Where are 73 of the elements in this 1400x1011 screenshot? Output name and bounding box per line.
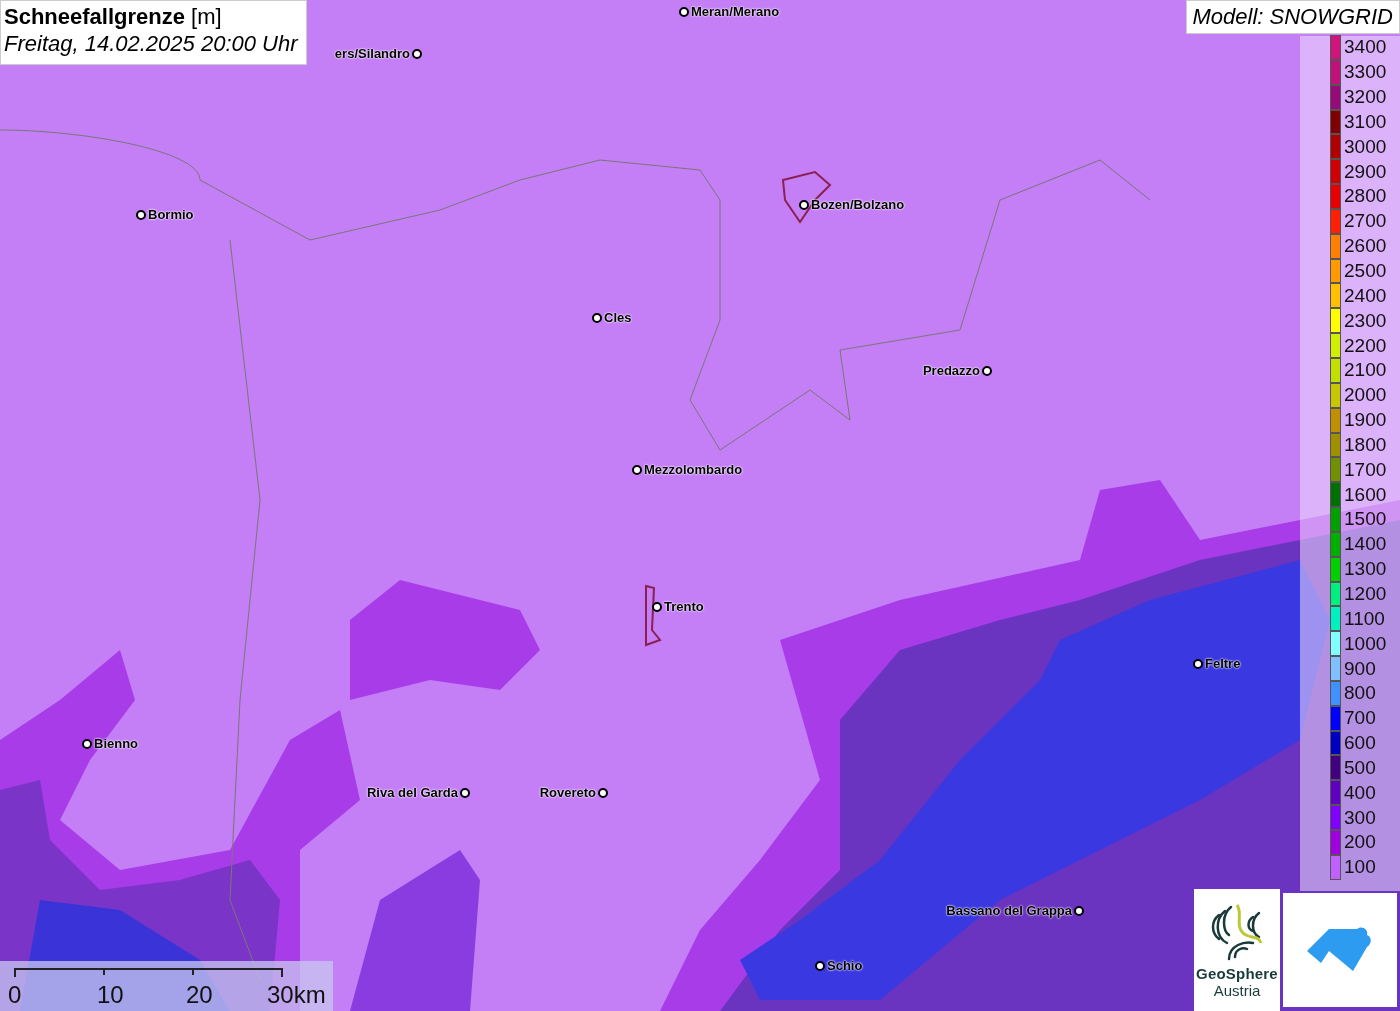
- city-label: Meran/Merano: [691, 4, 780, 19]
- legend-value: 2500: [1344, 260, 1387, 282]
- legend-value: 2600: [1344, 235, 1387, 258]
- legend-value: 2300: [1344, 309, 1387, 332]
- legend-value: 2900: [1344, 160, 1387, 183]
- model-label: Modell: SNOWGRID: [1185, 0, 1400, 34]
- city-label: Schio: [827, 958, 863, 973]
- city-marker-icon: [1193, 658, 1203, 669]
- city-label: Bormio: [148, 207, 194, 222]
- legend-value: 3300: [1344, 61, 1387, 84]
- legend-value: 100: [1344, 856, 1376, 879]
- city-label: Mezzolombardo: [644, 462, 743, 477]
- city-label: Predazzo: [922, 363, 980, 378]
- legend-value: 300: [1344, 806, 1376, 829]
- legend-value: 1500: [1344, 508, 1387, 531]
- legend-value: 1300: [1344, 558, 1387, 581]
- legend-value: 1900: [1344, 409, 1387, 432]
- scale-label: 30km: [267, 981, 326, 1009]
- legend-value: 3000: [1344, 135, 1387, 158]
- legend-value: 2000: [1344, 384, 1387, 407]
- city-marker-icon: [679, 6, 689, 17]
- city-label: Bassano del Grappa: [946, 903, 1072, 918]
- city-marker-icon: [982, 365, 992, 376]
- city-marker-icon: [82, 738, 92, 749]
- legend-value: 2200: [1344, 334, 1387, 357]
- city-label: Rovereto: [539, 785, 596, 800]
- city-marker-icon: [460, 787, 470, 798]
- city-marker-icon: [815, 960, 825, 971]
- city-marker-icon: [598, 787, 608, 798]
- legend-value: 800: [1344, 682, 1376, 705]
- legend-value: 2700: [1344, 210, 1387, 233]
- legend-value: 200: [1344, 831, 1376, 854]
- city-marker-icon: [1074, 905, 1084, 916]
- city-marker-icon: [592, 312, 602, 323]
- legend-value: 3400: [1344, 36, 1387, 59]
- city-label: Feltre: [1205, 656, 1241, 671]
- city-label: ers/Silandro: [334, 46, 410, 61]
- scale-label: 0: [8, 981, 22, 1009]
- legend-value: 1800: [1344, 433, 1387, 456]
- legend-value: 2400: [1344, 284, 1387, 307]
- legend-value: 2800: [1344, 185, 1387, 208]
- logo-text: Austria: [1213, 982, 1261, 999]
- legend-value: 600: [1344, 732, 1376, 755]
- city-marker-icon: [632, 464, 642, 475]
- legend-value: 3100: [1344, 110, 1387, 133]
- legend-value: 1000: [1344, 632, 1387, 655]
- legend-value: 3200: [1344, 86, 1387, 109]
- contour-logo-icon: [1209, 903, 1265, 963]
- city-marker-icon: [412, 48, 422, 59]
- city-marker-icon: [652, 601, 662, 612]
- legend-value: 1200: [1344, 583, 1387, 605]
- map-title: Schneefallgrenze [m]: [4, 4, 223, 30]
- legend-value: 1100: [1344, 607, 1385, 630]
- scale-label: 20: [186, 981, 213, 1009]
- scale-ruler-icon: [14, 968, 283, 978]
- legend-value: 1600: [1344, 483, 1387, 506]
- logo-text: GeoSphere: [1196, 965, 1278, 982]
- city-marker-icon: [136, 209, 146, 220]
- city-label: Riva del Garda: [366, 785, 458, 800]
- legend-value: 1700: [1344, 458, 1387, 481]
- legend-value: 2100: [1344, 359, 1387, 382]
- city-label: Cles: [604, 310, 632, 325]
- city-label: Bienno: [94, 736, 139, 751]
- legend-value: 900: [1344, 657, 1376, 680]
- legend-value: 400: [1344, 781, 1376, 804]
- city-label: Bozen/Bolzano: [811, 197, 905, 212]
- scale-label: 10: [97, 981, 124, 1009]
- city-marker-icon: [799, 199, 809, 210]
- legend-value: 1400: [1344, 533, 1387, 556]
- forecast-time: Freitag, 14.02.2025 20:00 Uhr: [4, 30, 298, 58]
- city-label: Trento: [664, 599, 704, 614]
- legend-value: 700: [1344, 707, 1376, 730]
- legend-value: 500: [1344, 756, 1376, 779]
